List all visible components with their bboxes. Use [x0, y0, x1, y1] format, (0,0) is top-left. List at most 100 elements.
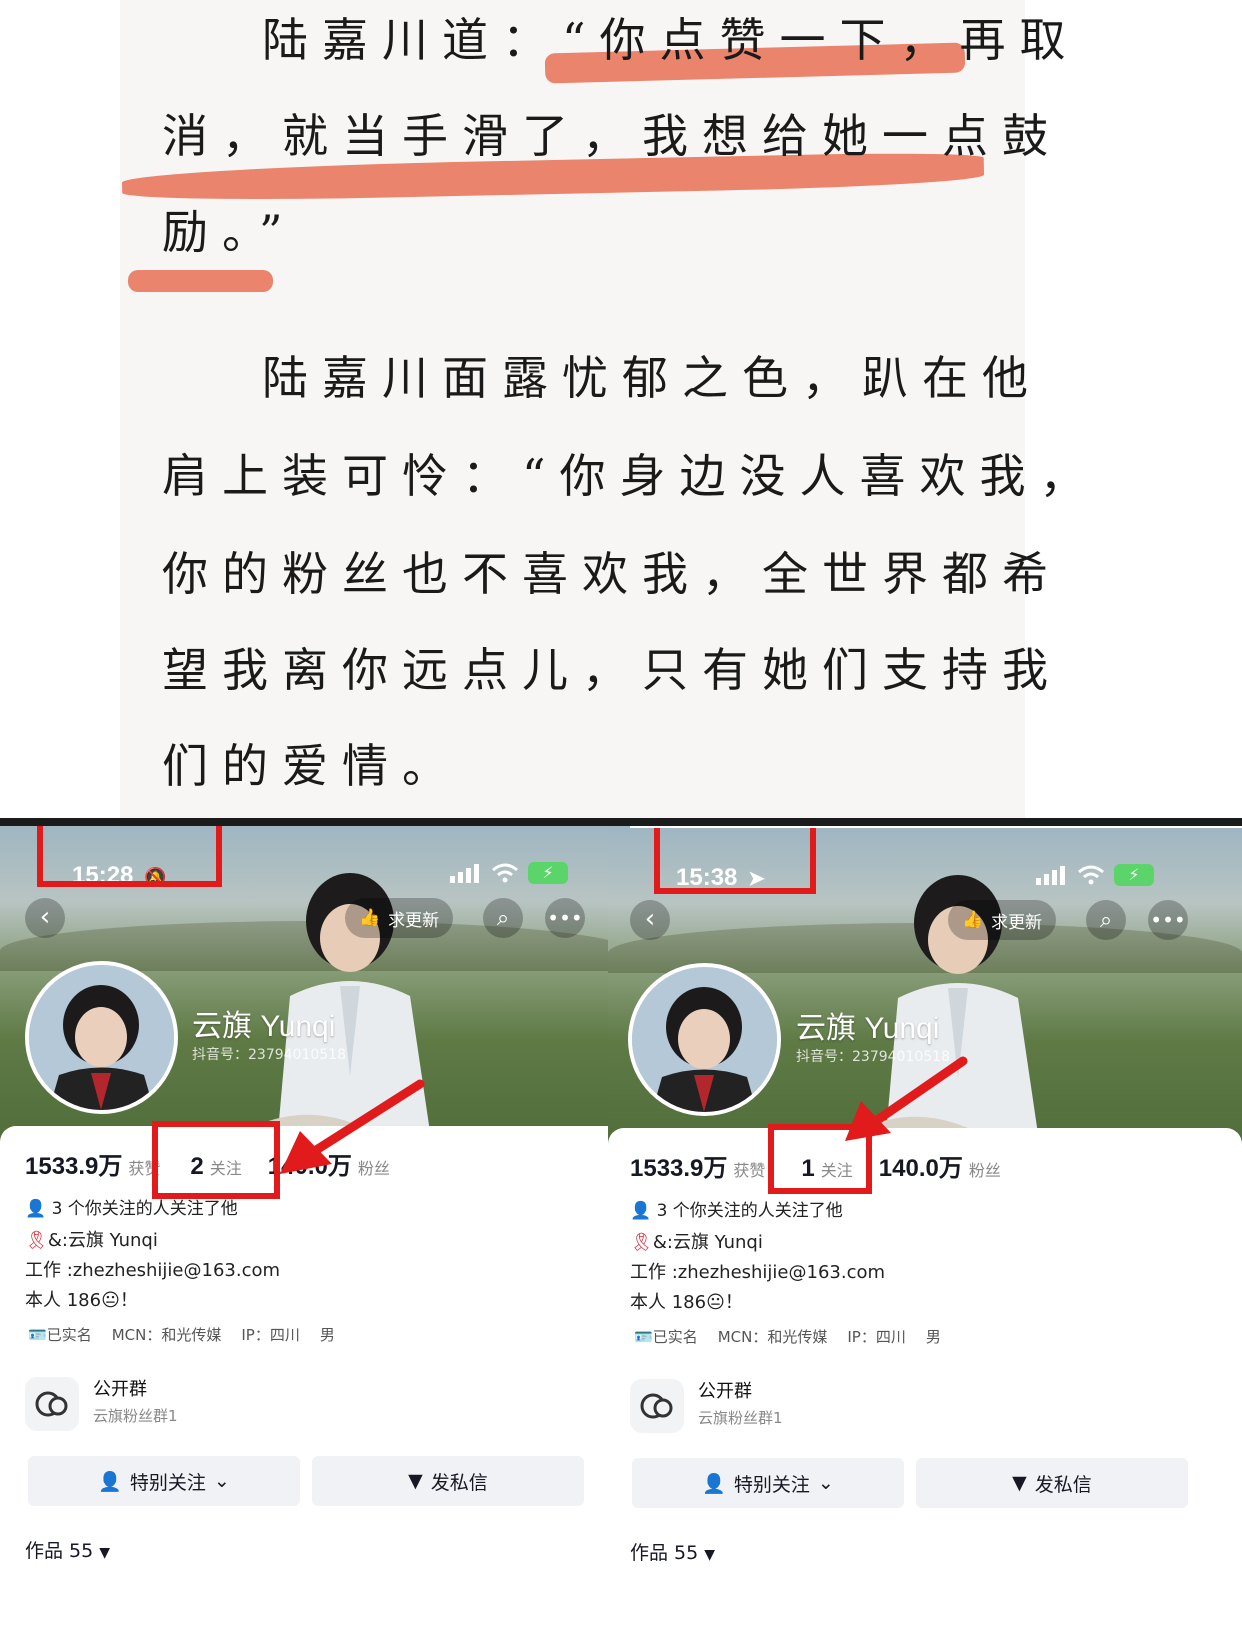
more-button[interactable]: ••• [545, 898, 585, 938]
group-subtitle: 云旗粉丝群1 [93, 1407, 178, 1425]
more-button[interactable]: ••• [1148, 900, 1188, 940]
wifi-icon [1078, 865, 1104, 885]
request-update-button[interactable]: 👍 求更新 [345, 898, 454, 938]
text-line-2: 消，就当手滑了，我想给她一点鼓 [162, 109, 1062, 163]
send-message-button[interactable]: ▼ 发私信 [916, 1458, 1188, 1508]
search-icon: ⌕ [1099, 908, 1113, 933]
verified-tag: 🪪已实名 [28, 1326, 92, 1344]
back-button[interactable]: ‹ [25, 898, 65, 938]
send-message-button[interactable]: ▼ 发私信 [312, 1456, 584, 1506]
text-line-6: 你的粉丝也不喜欢我，全世界都希 [162, 547, 1062, 601]
group-title: 公开群 [93, 1379, 147, 1400]
mutual-follow-row[interactable]: 👤 3 个你关注的人关注了他 [630, 1196, 843, 1221]
person-star-icon: 👤 [98, 1470, 122, 1493]
bio-line-3: 本人 186😐！ [25, 1290, 138, 1311]
ribbon-icon: 🎗 [25, 1230, 48, 1251]
group-chat-icon [630, 1379, 684, 1433]
red-arrow-icon [280, 1079, 425, 1174]
gender-tag: 男 [319, 1326, 335, 1344]
group-subtitle: 云旗粉丝群1 [698, 1409, 783, 1427]
following-highlight-box [152, 1121, 280, 1199]
bio-line-1: 🎗&:云旗 Yunqi [25, 1230, 158, 1251]
mcn-tag[interactable]: MCN：和光传媒 [718, 1326, 828, 1347]
profile-name: 云旗 Yunqi [192, 1010, 336, 1043]
text-line-7: 望我离你远点儿，只有她们支持我 [162, 643, 1062, 697]
verified-tag: 🪪已实名 [634, 1328, 698, 1346]
search-icon: ⌕ [496, 906, 510, 931]
avatar[interactable] [628, 963, 781, 1116]
more-dots-icon: ••• [1150, 908, 1186, 932]
profile-name: 云旗 Yunqi [796, 1012, 940, 1045]
person-star-icon: 👤 [702, 1472, 726, 1495]
red-arrow-icon [845, 1056, 968, 1141]
id-card-icon: 🪪 [28, 1326, 47, 1344]
person-icon: 👤 [25, 1199, 47, 1219]
text-line-5: 肩上装可怜：“你身边没人喜欢我， [162, 449, 1100, 503]
douyin-id[interactable]: 抖音号：2379401051​8 [192, 1044, 346, 1064]
wifi-icon [492, 863, 518, 883]
back-button[interactable]: ‹ [630, 900, 670, 940]
avatar[interactable] [25, 961, 178, 1114]
avatar-portrait [29, 965, 174, 1110]
gender-tag: 男 [925, 1328, 941, 1346]
fans-label[interactable]: 粉丝 [969, 1157, 1001, 1181]
special-follow-button[interactable]: 👤 特别关注 ⌄ [632, 1458, 904, 1508]
works-tab[interactable]: 作品 55 ▼ [630, 1538, 715, 1565]
mcn-tag[interactable]: MCN：和光传媒 [112, 1324, 222, 1345]
profile-meta-tags: 🪪已实名 MCN：和光传媒 IP：四川 男 [28, 1324, 335, 1345]
search-button[interactable]: ⌕ [1086, 900, 1126, 940]
profile-meta-tags: 🪪已实名 MCN：和光传媒 IP：四川 男 [634, 1326, 941, 1347]
group-title: 公开群 [698, 1381, 752, 1402]
likes-label: 获赞 [733, 1163, 766, 1180]
time-highlight-box [37, 826, 222, 887]
text-line-4: 陆嘉川面露忧郁之色，趴在他 [262, 351, 1042, 405]
search-button[interactable]: ⌕ [483, 898, 523, 938]
request-update-label: 求更新 [991, 912, 1043, 933]
likes-count: 1533.9万 [25, 1153, 123, 1180]
request-update-label: 求更新 [388, 910, 440, 931]
battery-charging-icon: ⚡ [1114, 864, 1154, 886]
bio-line-1: 🎗&:云旗 Yunqi [630, 1232, 763, 1253]
person-icon: 👤 [630, 1201, 652, 1221]
mutual-follow-text: 3 个你关注的人关注了他 [656, 1201, 843, 1221]
signal-icon [1036, 866, 1065, 885]
bio-line-2: 工作 :zhezheshijie@163.com [25, 1260, 281, 1281]
time-highlight-box [654, 828, 816, 894]
mutual-follow-text: 3 个你关注的人关注了他 [51, 1199, 238, 1219]
status-indicators: ⚡ [448, 862, 568, 884]
ip-tag: IP：四川 [847, 1328, 906, 1346]
thumbs-up-icon: 👍 [962, 910, 984, 930]
dropdown-triangle-icon: ▼ [99, 1545, 111, 1561]
chevron-down-icon: ⌄ [817, 1472, 834, 1494]
chevron-down-icon: ⌄ [213, 1470, 230, 1492]
likes-count: 1533.9万 [630, 1155, 728, 1182]
send-icon: ▼ [408, 1470, 423, 1492]
ip-tag: IP：四川 [241, 1326, 300, 1344]
id-card-icon: 🪪 [634, 1328, 653, 1346]
send-icon: ▼ [1012, 1472, 1027, 1494]
highlight-stroke-3 [128, 270, 273, 292]
divider-bar [0, 818, 1242, 826]
group-chat-icon [25, 1377, 79, 1431]
thumbs-up-icon: 👍 [359, 908, 381, 928]
special-follow-button[interactable]: 👤 特别关注 ⌄ [28, 1456, 300, 1506]
works-tab[interactable]: 作品 55 ▼ [25, 1536, 110, 1563]
battery-charging-icon: ⚡ [528, 862, 568, 884]
fans-count[interactable]: 140.0万 [879, 1148, 963, 1183]
profile-screenshot-1: 15:28 🔕 ⚡ ‹ 👍 求更新 ⌕ ••• 云旗 Yunqi 抖音号：237… [0, 826, 630, 1631]
public-group-entry[interactable]: 公开群 云旗粉丝群1 [25, 1371, 585, 1443]
dropdown-triangle-icon: ▼ [704, 1547, 716, 1563]
signal-icon [450, 864, 479, 883]
mutual-follow-row[interactable]: 👤 3 个你关注的人关注了他 [25, 1194, 238, 1219]
avatar-portrait [632, 967, 777, 1112]
text-line-8: 们的爱情。 [162, 739, 462, 793]
profile-screenshot-2: 15:38 ➤ ⚡ ‹ 👍 求更新 ⌕ ••• 云旗 Yunqi 抖音号：237… [608, 828, 1242, 1633]
bio-line-2: 工作 :zhezheshijie@163.com [630, 1262, 886, 1283]
bio-line-3: 本人 186😐！ [630, 1292, 743, 1313]
text-line-3: 励。” [162, 205, 297, 259]
more-dots-icon: ••• [547, 906, 583, 930]
public-group-entry[interactable]: 公开群 云旗粉丝群1 [630, 1373, 1190, 1445]
status-indicators: ⚡ [1034, 864, 1154, 886]
ribbon-icon: 🎗 [630, 1232, 653, 1253]
request-update-button[interactable]: 👍 求更新 [948, 900, 1057, 940]
